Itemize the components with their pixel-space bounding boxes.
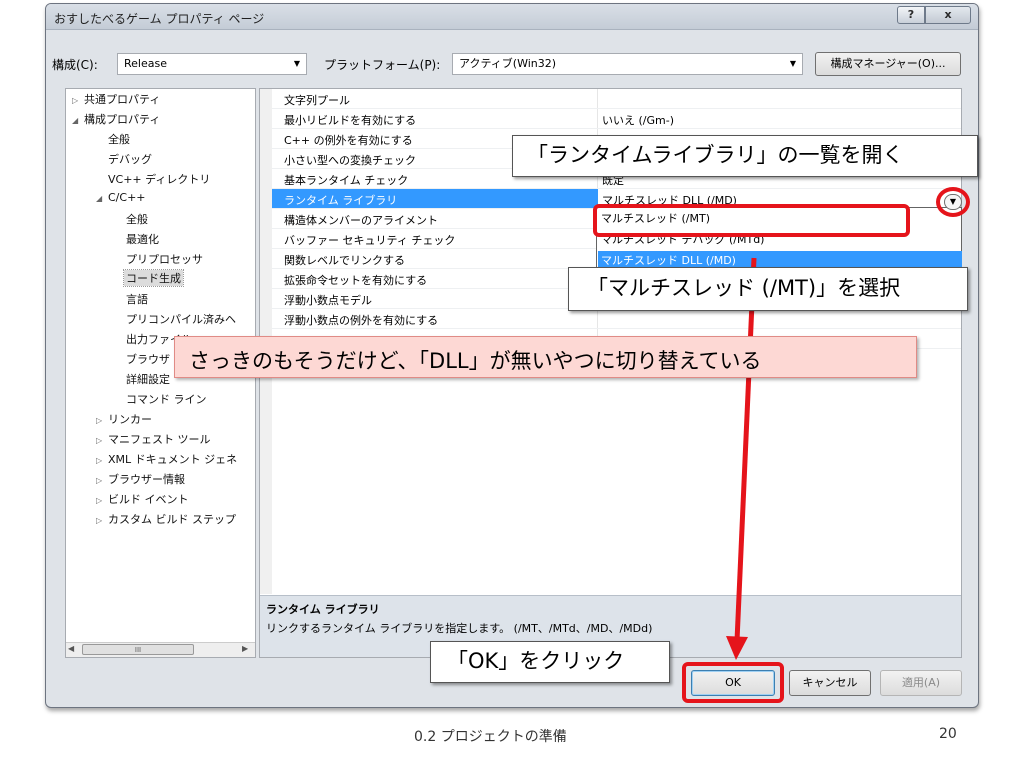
footer-page-number: 20 <box>939 726 957 742</box>
highlight-ok-button <box>682 662 784 703</box>
callout-open-list: 「ランタイムライブラリ」の一覧を開く <box>512 135 978 177</box>
footer-chapter: 0.2 プロジェクトの準備 <box>414 729 567 745</box>
highlight-mt-option <box>593 204 910 237</box>
callout-note: さっきのもそうだけど、「DLL」が無いやつに切り替えている <box>174 336 917 378</box>
callout-select-mt: 「マルチスレッド (/MT)」を選択 <box>568 267 968 311</box>
arrow-head <box>726 636 748 660</box>
arrow-line <box>734 257 757 642</box>
dropdown-arrow-icon[interactable]: ▼ <box>944 194 962 210</box>
callout-click-ok: 「OK」をクリック <box>430 641 670 683</box>
